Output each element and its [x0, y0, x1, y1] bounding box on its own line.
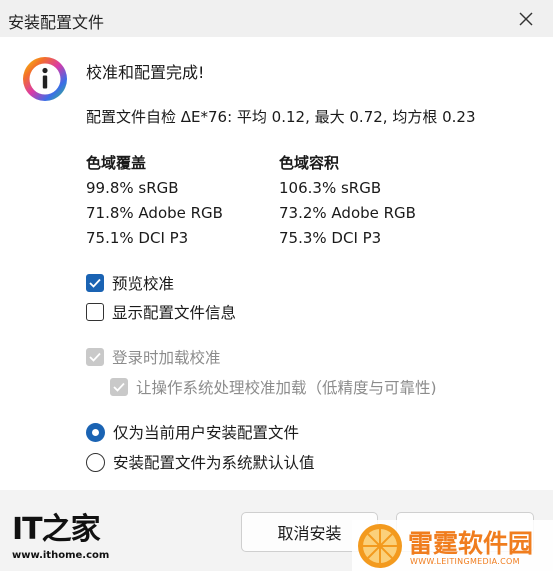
show-profile-info-option[interactable]: 显示配置文件信息 — [86, 301, 236, 323]
os-handles-loading-option: 让操作系统处理校准加载（低精度与可靠性) — [110, 376, 437, 398]
close-button[interactable] — [513, 6, 539, 32]
ithome-url: www.ithome.com — [12, 550, 110, 561]
completion-headline: 校准和配置完成! — [86, 63, 205, 82]
ithome-watermark: IT之家 www.ithome.com — [12, 514, 122, 564]
gamut-coverage-row: 99.8% sRGB — [86, 179, 179, 197]
install-system-default-radio[interactable] — [86, 452, 105, 472]
gamut-volume-heading: 色域容积 — [279, 154, 340, 172]
install-system-default-option[interactable]: 安装配置文件为系统默认认值 — [86, 451, 315, 473]
install-system-default-label: 安装配置文件为系统默认认值 — [113, 454, 315, 472]
gamut-volume-row: 106.3% sRGB — [279, 179, 382, 197]
preview-calibration-checkbox[interactable] — [86, 274, 104, 292]
gamut-volume-block: 色域容积 106.3% sRGB 73.2% Adobe RGB 75.3% D… — [279, 151, 416, 251]
checkmark-icon — [89, 278, 101, 288]
show-profile-info-checkbox[interactable] — [86, 303, 104, 321]
leiting-domain: WWW.LEITINGMEDIA.COM — [410, 557, 520, 566]
orange-slice-icon — [358, 524, 402, 568]
show-profile-info-label: 显示配置文件信息 — [112, 304, 237, 322]
checkmark-icon — [89, 352, 101, 362]
load-on-login-option: 登录时加载校准 — [86, 346, 221, 368]
checkmark-icon — [113, 382, 125, 392]
title-bar: 安装配置文件 — [0, 0, 553, 37]
load-on-login-label: 登录时加载校准 — [112, 349, 221, 367]
leiting-name: 雷霆软件园 — [408, 529, 534, 558]
info-icon — [22, 56, 68, 102]
preview-calibration-label: 预览校准 — [112, 275, 175, 293]
ithome-logo: IT之家 — [12, 512, 101, 547]
leiting-watermark: 雷霆软件园 WWW.LEITINGMEDIA.COM — [352, 520, 553, 571]
preview-calibration-option[interactable]: 预览校准 — [86, 272, 174, 294]
gamut-volume-row: 73.2% Adobe RGB — [279, 204, 416, 222]
gamut-coverage-row: 71.8% Adobe RGB — [86, 204, 223, 222]
close-icon — [519, 12, 533, 26]
install-current-user-label: 仅为当前用户安装配置文件 — [113, 424, 300, 442]
gamut-volume-row: 75.3% DCI P3 — [279, 229, 382, 247]
gamut-coverage-heading: 色域覆盖 — [86, 154, 147, 172]
gamut-coverage-row: 75.1% DCI P3 — [86, 229, 189, 247]
load-on-login-checkbox — [86, 348, 104, 366]
self-check-result: 配置文件自检 ΔE*76: 平均 0.12, 最大 0.72, 均方根 0.23 — [86, 108, 476, 126]
gamut-coverage-block: 色域覆盖 99.8% sRGB 71.8% Adobe RGB 75.1% DC… — [86, 151, 223, 251]
window-title: 安装配置文件 — [8, 13, 105, 32]
os-handles-loading-label: 让操作系统处理校准加载（低精度与可靠性) — [136, 379, 437, 397]
os-handles-loading-checkbox — [110, 378, 128, 396]
install-current-user-radio[interactable] — [86, 422, 105, 442]
install-current-user-option[interactable]: 仅为当前用户安装配置文件 — [86, 421, 299, 443]
